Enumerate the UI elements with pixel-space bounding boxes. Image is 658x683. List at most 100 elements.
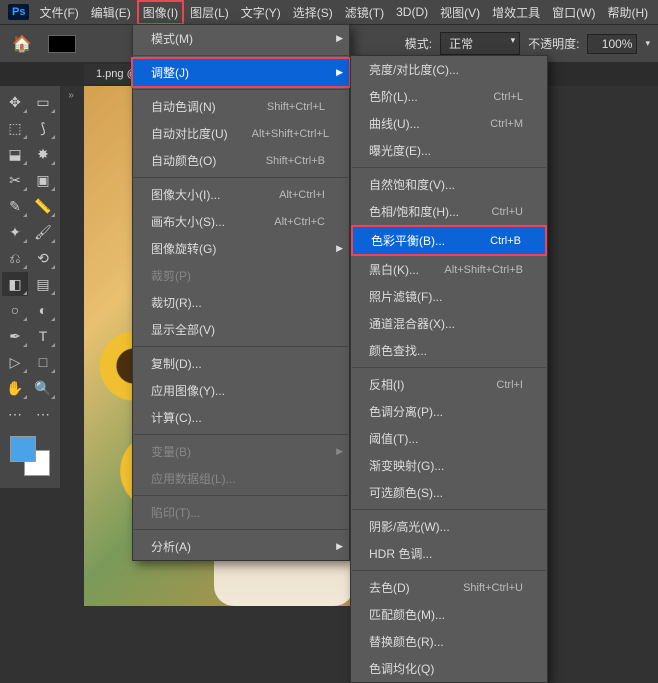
menu-item-复制D[interactable]: 复制(D)... (133, 350, 349, 377)
eraser-tool[interactable]: ◧ (2, 272, 28, 296)
frame-tool[interactable]: ▣ (30, 168, 56, 192)
menu-item-阴影高光W[interactable]: 阴影/高光(W)... (351, 513, 547, 540)
pen-tool[interactable]: ✒ (2, 324, 28, 348)
menu-3D[interactable]: 3D(D) (390, 1, 434, 23)
menu-图层[interactable]: 图层(L) (184, 0, 235, 25)
menu-item-HDR 色调[interactable]: HDR 色调... (351, 540, 547, 567)
menu-item-label: 模式(M) (151, 30, 193, 47)
menu-选择[interactable]: 选择(S) (287, 0, 339, 25)
menu-帮助[interactable]: 帮助(H) (601, 0, 654, 25)
menu-item-label: 应用图像(Y)... (151, 382, 225, 399)
menu-增效工具[interactable]: 增效工具 (486, 0, 546, 25)
submenu-arrow-icon: ▶ (336, 446, 343, 457)
quick-select-tool[interactable]: ✸ (30, 142, 56, 166)
hand-tool[interactable]: ✋ (2, 376, 28, 400)
shortcut-label: Alt+Shift+Ctrl+L (252, 128, 329, 140)
menubar: Ps 文件(F)编辑(E)图像(I)图层(L)文字(Y)选择(S)滤镜(T)3D… (0, 0, 658, 24)
opacity-chevron-icon[interactable]: ▾ (645, 38, 650, 49)
submenu-arrow-icon: ▶ (336, 33, 343, 44)
menu-item-匹配颜色M[interactable]: 匹配颜色(M)... (351, 601, 547, 628)
tools-panel: ✥▭⬚⟆⬓✸✂▣✎📏✦🖌⎌⟲◧▤○◐✒T▷□✋🔍⋯⋯ (0, 86, 60, 488)
menu-item-分析A[interactable]: 分析(A)▶ (133, 533, 349, 560)
menu-item-label: 颜色查找... (369, 342, 427, 359)
menu-item-通道混合器X[interactable]: 通道混合器(X)... (351, 310, 547, 337)
crop-tool[interactable]: ✂ (2, 168, 28, 192)
menu-item-label: 自然饱和度(V)... (369, 176, 455, 193)
menu-item-自动对比度U[interactable]: 自动对比度(U)Alt+Shift+Ctrl+L (133, 120, 349, 147)
menu-item-显示全部V[interactable]: 显示全部(V) (133, 316, 349, 343)
menu-item-阈值T[interactable]: 阈值(T)... (351, 425, 547, 452)
menu-item-色阶L[interactable]: 色阶(L)...Ctrl+L (351, 83, 547, 110)
home-icon[interactable]: 🏠 (8, 30, 36, 58)
ruler-tool[interactable]: 📏 (30, 194, 56, 218)
dodge-tool[interactable]: ◐ (30, 298, 56, 322)
menu-item-图像大小I[interactable]: 图像大小(I)...Alt+Ctrl+I (133, 181, 349, 208)
menu-item-曝光度E[interactable]: 曝光度(E)... (351, 137, 547, 164)
menu-文字[interactable]: 文字(Y) (235, 0, 287, 25)
menu-item-裁切R[interactable]: 裁切(R)... (133, 289, 349, 316)
edit-toolbar-tool[interactable]: ⋯ (2, 402, 28, 426)
menu-item-照片滤镜F[interactable]: 照片滤镜(F)... (351, 283, 547, 310)
menu-item-反相I[interactable]: 反相(I) Ctrl+I (351, 371, 547, 398)
clone-tool[interactable]: ⎌ (2, 246, 28, 270)
menu-item-label: HDR 色调... (369, 545, 432, 562)
zoom-tool[interactable]: 🔍 (30, 376, 56, 400)
more-tool[interactable]: ⋯ (30, 402, 56, 426)
menu-item-替换颜色R[interactable]: 替换颜色(R)... (351, 628, 547, 655)
menu-item-去色D[interactable]: 去色(D)Shift+Ctrl+U (351, 574, 547, 601)
blur-tool[interactable]: ○ (2, 298, 28, 322)
menu-item-色彩平衡B[interactable]: 色彩平衡(B)...Ctrl+B (351, 225, 547, 256)
menu-item-模式M[interactable]: 模式(M) ▶ (133, 25, 349, 52)
move-tool[interactable]: ✥ (2, 90, 28, 114)
menu-item-图像旋转G[interactable]: 图像旋转(G)▶ (133, 235, 349, 262)
menu-item-自然饱和度V[interactable]: 自然饱和度(V)... (351, 171, 547, 198)
menu-item-颜色查找[interactable]: 颜色查找... (351, 337, 547, 364)
menu-item-色调分离P[interactable]: 色调分离(P)... (351, 398, 547, 425)
menu-item-label: 渐变映射(G)... (369, 457, 444, 474)
menu-视图[interactable]: 视图(V) (434, 0, 486, 25)
menu-item-曲线U[interactable]: 曲线(U)...Ctrl+M (351, 110, 547, 137)
menu-item-调整J[interactable]: 调整(J)▶ (131, 57, 351, 88)
menu-item-可选颜色S[interactable]: 可选颜色(S)... (351, 479, 547, 506)
lasso-tool[interactable]: ⟆ (30, 116, 56, 140)
shortcut-label: Alt+Ctrl+I (279, 189, 325, 201)
shortcut-label: Ctrl+I (496, 379, 523, 391)
menu-item-label: 陷印(T)... (151, 504, 200, 521)
menu-图像[interactable]: 图像(I) (137, 0, 184, 25)
menu-编辑[interactable]: 编辑(E) (85, 0, 137, 25)
path-select-tool[interactable]: ▷ (2, 350, 28, 374)
shortcut-label: Shift+Ctrl+U (463, 582, 523, 594)
menu-item-自动颜色O[interactable]: 自动颜色(O)Shift+Ctrl+B (133, 147, 349, 174)
menu-item-色相饱和度H[interactable]: 色相/饱和度(H)...Ctrl+U (351, 198, 547, 225)
menu-item-label: 反相(I) (369, 376, 404, 393)
menu-item-色调均化Q[interactable]: 色调均化(Q) (351, 655, 547, 682)
text-tool[interactable]: T (30, 324, 56, 348)
foreground-color[interactable] (10, 436, 36, 462)
menu-item-自动色调N[interactable]: 自动色调(N)Shift+Ctrl+L (133, 93, 349, 120)
menu-item-计算C[interactable]: 计算(C)... (133, 404, 349, 431)
opacity-input[interactable]: 100% (587, 34, 637, 54)
color-swatches[interactable] (10, 436, 50, 476)
blend-mode-select[interactable]: 正常 (440, 32, 520, 55)
gradient-tool[interactable]: ▤ (30, 272, 56, 296)
menu-item-亮度对比度C[interactable]: 亮度/对比度(C)... (351, 56, 547, 83)
history-tool[interactable]: ⟲ (30, 246, 56, 270)
menu-文件[interactable]: 文件(F) (33, 0, 84, 25)
brush-tool[interactable]: 🖌 (30, 220, 56, 244)
object-select-tool[interactable]: ⬓ (2, 142, 28, 166)
menu-窗口[interactable]: 窗口(W) (546, 0, 601, 25)
menu-item-黑白K[interactable]: 黑白(K)...Alt+Shift+Ctrl+B (351, 256, 547, 283)
menu-item-label: 曲线(U)... (369, 115, 420, 132)
eyedropper-tool[interactable]: ✎ (2, 194, 28, 218)
menu-滤镜[interactable]: 滤镜(T) (339, 0, 390, 25)
expand-panels-icon[interactable]: » (62, 86, 80, 104)
menu-item-画布大小S[interactable]: 画布大小(S)...Alt+Ctrl+C (133, 208, 349, 235)
menu-item-应用图像Y[interactable]: 应用图像(Y)... (133, 377, 349, 404)
marquee-tool[interactable]: ⬚ (2, 116, 28, 140)
menu-item-渐变映射G[interactable]: 渐变映射(G)... (351, 452, 547, 479)
spot-heal-tool[interactable]: ✦ (2, 220, 28, 244)
rectangle-tool[interactable]: □ (30, 350, 56, 374)
foreground-swatch[interactable] (48, 35, 76, 53)
menu-separator (134, 346, 348, 347)
artboard-tool[interactable]: ▭ (30, 90, 56, 114)
